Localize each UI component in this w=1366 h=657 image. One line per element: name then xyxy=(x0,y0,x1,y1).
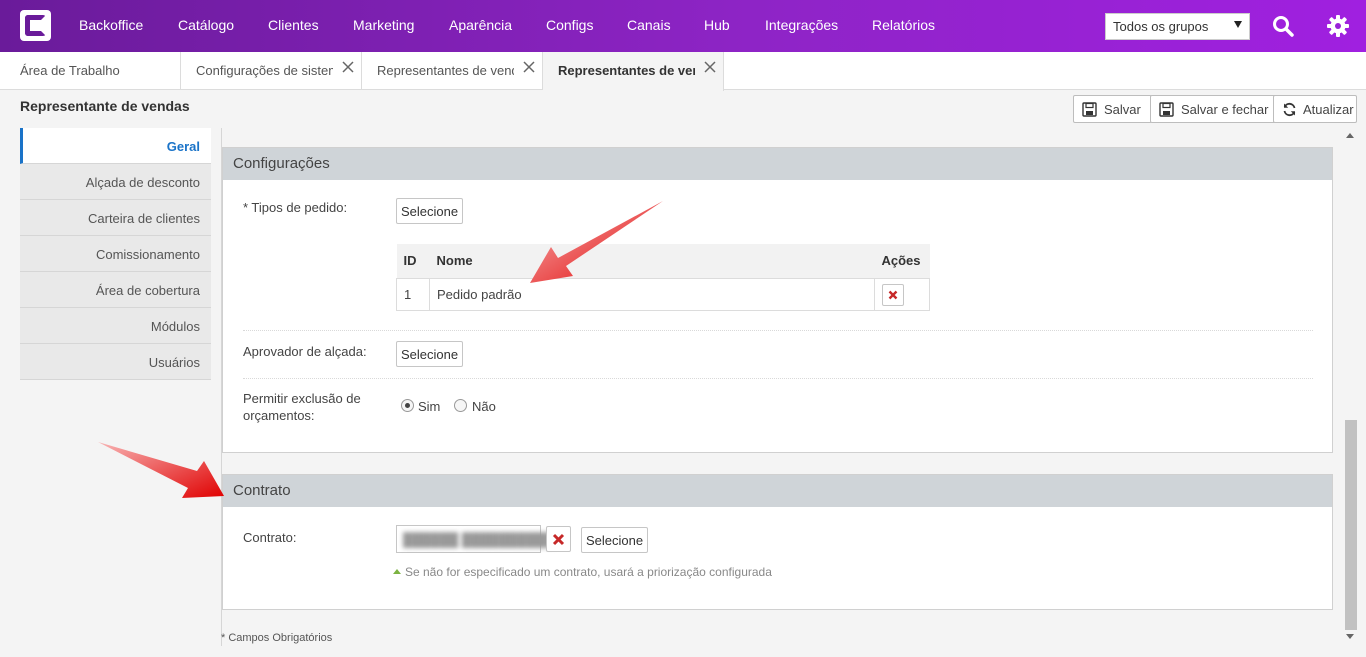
table-cell-id: 1 xyxy=(396,277,430,311)
sidebar-item-carteira-de-clientes[interactable]: Carteira de clientes xyxy=(20,200,211,236)
contract-panel-title: Contrato xyxy=(223,475,1332,507)
top-navbar: Backoffice Catálogo Clientes Marketing A… xyxy=(0,0,1366,52)
allow-delete-label-line2: orçamentos: xyxy=(243,408,315,423)
arrow-icon xyxy=(98,442,224,498)
nav-catalogo[interactable]: Catálogo xyxy=(178,17,234,33)
allow-delete-yes-radio[interactable] xyxy=(401,399,414,412)
contract-select-button[interactable]: Selecione xyxy=(581,527,649,553)
refresh-button[interactable]: Atualizar xyxy=(1273,95,1357,123)
allow-delete-yes-label[interactable]: Sim xyxy=(418,398,440,415)
caret-down-icon xyxy=(1234,21,1242,28)
nav-marketing[interactable]: Marketing xyxy=(353,17,414,33)
tab-label: Área de Trabalho xyxy=(20,63,120,78)
save-button[interactable]: Salvar xyxy=(1073,95,1152,123)
close-icon[interactable] xyxy=(703,60,717,74)
logo-icon[interactable] xyxy=(20,10,51,41)
tab-label: Configurações de sistema xyxy=(196,63,333,78)
group-select[interactable]: Todos os grupos xyxy=(1105,13,1250,40)
table-cell-nome: Pedido padrão xyxy=(429,277,875,311)
tab-label: Representantes de vendas xyxy=(558,63,695,78)
scroll-up-icon[interactable] xyxy=(1346,133,1354,138)
refresh-icon xyxy=(1283,102,1296,117)
delete-x-icon xyxy=(552,533,565,546)
delete-row-button[interactable] xyxy=(882,284,904,306)
order-types-label: * Tipos de pedido: xyxy=(243,200,348,215)
tab-configuracoes-de-sistema[interactable]: Configurações de sistema xyxy=(181,52,362,90)
allow-delete-label: Permitir exclusão de orçamentos: xyxy=(243,390,361,424)
delete-x-icon xyxy=(888,290,898,300)
floppy-disk-icon xyxy=(1082,102,1097,117)
save-label: Salvar xyxy=(1104,102,1141,117)
scroll-down-icon[interactable] xyxy=(1346,634,1354,639)
tab-representantes-de-vendas[interactable]: Representantes de vendas xyxy=(362,52,543,90)
sidebar-item-geral[interactable]: Geral xyxy=(20,128,211,164)
order-types-table: ID Nome Ações 1 Pedido padrão xyxy=(396,244,930,311)
page-title: Representante de vendas xyxy=(20,98,190,114)
main-content: Configurações * Tipos de pedido: Selecio… xyxy=(221,128,1343,646)
triangle-up-icon xyxy=(393,569,401,574)
allow-delete-label-line1: Permitir exclusão de xyxy=(243,391,361,406)
nav-configs[interactable]: Configs xyxy=(546,17,593,33)
close-icon[interactable] xyxy=(341,60,355,74)
divider xyxy=(243,330,1313,331)
tab-label: Representantes de vendas xyxy=(377,63,514,78)
contract-hint-text: Se não for especificado um contrato, usa… xyxy=(405,565,772,579)
refresh-label: Atualizar xyxy=(1303,102,1354,117)
allow-delete-no-label[interactable]: Não xyxy=(472,398,496,415)
tab-bar: Área de Trabalho Configurações de sistem… xyxy=(0,52,1366,91)
contract-field[interactable]: ██████ ██████████ xyxy=(396,525,554,553)
allow-delete-no-radio[interactable] xyxy=(454,399,467,412)
search-icon[interactable] xyxy=(1271,14,1295,38)
tab-area-de-trabalho[interactable]: Área de Trabalho xyxy=(0,52,181,90)
close-icon[interactable] xyxy=(522,60,536,74)
nav-aparencia[interactable]: Aparência xyxy=(449,17,512,33)
nav-relatorios[interactable]: Relatórios xyxy=(872,17,935,33)
sidebar-item-usuarios[interactable]: Usuários xyxy=(20,344,211,380)
sidebar-item-modulos[interactable]: Módulos xyxy=(20,308,211,344)
contract-field-redacted: ██████ ██████████ xyxy=(403,532,554,547)
scrollbar-thumb[interactable] xyxy=(1345,420,1357,630)
nav-hub[interactable]: Hub xyxy=(704,17,730,33)
table-header-nome: Nome xyxy=(429,244,875,278)
nav-backoffice[interactable]: Backoffice xyxy=(79,17,143,33)
contract-hint: Se não for especificado um contrato, usa… xyxy=(393,565,772,579)
sidebar-item-comissionamento[interactable]: Comissionamento xyxy=(20,236,211,272)
floppy-disk-icon xyxy=(1159,102,1174,117)
order-types-select-button[interactable]: Selecione xyxy=(396,198,464,224)
table-header-id: ID xyxy=(396,244,430,278)
clear-contract-button[interactable] xyxy=(546,526,571,552)
approver-label: Aprovador de alçada: xyxy=(243,344,367,359)
sidebar-item-area-de-cobertura[interactable]: Área de cobertura xyxy=(20,272,211,308)
approver-select-button[interactable]: Selecione xyxy=(396,341,464,367)
table-cell-acoes xyxy=(874,277,930,311)
divider xyxy=(243,378,1313,379)
group-select-value: Todos os grupos xyxy=(1113,19,1209,34)
contract-panel: Contrato Contrato: ██████ ██████████ Sel… xyxy=(222,474,1333,610)
nav-clientes[interactable]: Clientes xyxy=(268,17,319,33)
save-and-close-button[interactable]: Salvar e fechar xyxy=(1150,95,1280,123)
gear-icon[interactable] xyxy=(1326,14,1350,38)
table-row: 1 Pedido padrão xyxy=(396,277,930,311)
sidebar: Geral Alçada de desconto Carteira de cli… xyxy=(20,128,211,380)
nav-integracoes[interactable]: Integrações xyxy=(765,17,838,33)
config-panel-title: Configurações xyxy=(223,148,1332,180)
sidebar-item-alcada-de-desconto[interactable]: Alçada de desconto xyxy=(20,164,211,200)
config-panel: Configurações * Tipos de pedido: Selecio… xyxy=(222,147,1333,453)
contract-label: Contrato: xyxy=(243,530,297,545)
table-header-acoes: Ações xyxy=(874,244,930,278)
required-fields-note: * Campos Obrigatórios xyxy=(221,632,333,644)
save-and-close-label: Salvar e fechar xyxy=(1181,102,1269,117)
tab-representantes-de-vendas-active[interactable]: Representantes de vendas xyxy=(543,52,724,91)
nav-canais[interactable]: Canais xyxy=(627,17,671,33)
